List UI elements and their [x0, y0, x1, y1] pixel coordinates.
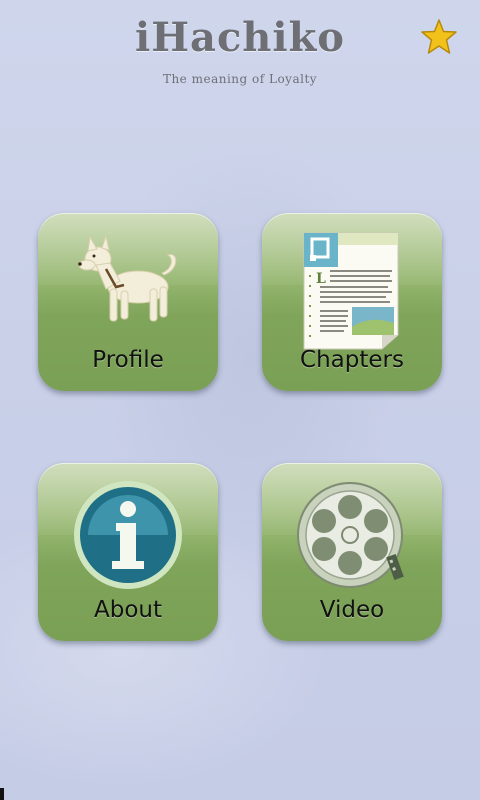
chapters-label: Chapters — [300, 347, 404, 373]
screen-edge-marker — [0, 788, 4, 800]
favorite-star-button[interactable] — [420, 18, 458, 56]
profile-tile[interactable]: Profile — [38, 213, 218, 391]
app-title: iHachiko — [135, 14, 345, 61]
profile-label: Profile — [92, 347, 164, 373]
film-reel-icon — [297, 482, 404, 588]
info-icon — [74, 481, 182, 589]
about-tile[interactable]: About — [38, 463, 218, 641]
star-icon — [421, 19, 457, 54]
chapters-tile[interactable]: L Chapters — [262, 213, 442, 391]
video-label: Video — [319, 597, 385, 623]
about-label: About — [93, 597, 162, 623]
document-icon: L — [303, 232, 399, 350]
app-subtitle: The meaning of Loyalty — [162, 72, 318, 86]
video-tile[interactable]: Video — [262, 463, 442, 641]
svg-text:L: L — [316, 271, 326, 287]
dog-icon — [78, 234, 177, 322]
